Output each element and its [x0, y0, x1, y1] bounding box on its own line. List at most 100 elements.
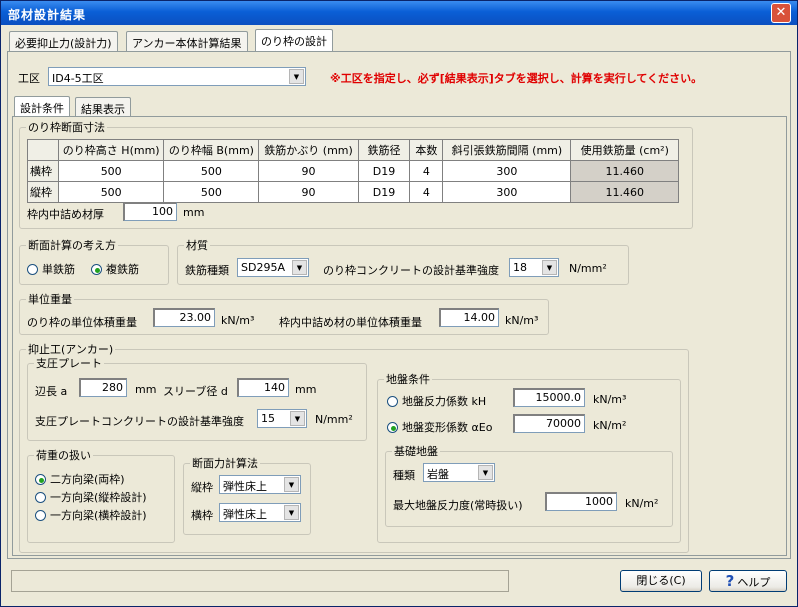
- calc-method-legend: 断面計算の考え方: [28, 239, 116, 252]
- horizontal-frame-label: 横枠: [191, 509, 213, 522]
- table-cell[interactable]: D19: [357, 181, 411, 203]
- table-cell[interactable]: 300: [442, 160, 572, 182]
- base-ground-legend: 基礎地盤: [394, 445, 438, 458]
- column-header: のり枠幅 B(mm): [163, 139, 260, 161]
- radio-label: 複鉄筋: [106, 263, 139, 276]
- rebar-type-select[interactable]: SD295A ▼: [237, 258, 309, 277]
- radio-label: 単鉄筋: [42, 263, 75, 276]
- infill-thickness-label: 枠内中詰め材厚: [27, 208, 104, 221]
- section-force-group: 断面力計算法: [183, 455, 311, 535]
- material-legend: 材質: [186, 239, 208, 252]
- tab-result-display[interactable]: 結果表示: [75, 97, 131, 117]
- chevron-down-icon: ▼: [478, 465, 493, 480]
- radio-one-way-vertical[interactable]: 一方向梁(縦枠設計): [35, 489, 147, 505]
- concrete-strength-select[interactable]: 18 ▼: [509, 258, 559, 277]
- column-header: 鉄筋径: [357, 139, 411, 161]
- radio-double-rebar[interactable]: 複鉄筋: [91, 261, 139, 277]
- unit-weight-legend: 単位重量: [28, 293, 72, 306]
- tab-anchor-result[interactable]: アンカー本体計算結果: [126, 31, 248, 51]
- conditions-panel: のり枠断面寸法 のり枠高さ H(mm) のり枠幅 B(mm) 鉄筋かぶり (mm…: [12, 116, 787, 556]
- radio-deformation-modulus[interactable]: 地盤変形係数 αEo: [387, 419, 492, 435]
- row-header: 横枠: [27, 160, 59, 182]
- frame-unit-weight-input[interactable]: 23.00: [153, 308, 215, 327]
- table-cell[interactable]: 500: [163, 160, 260, 182]
- dialog-window: 部材設計結果 ✕ 必要抑止力(設計力) アンカー本体計算結果 のり枠の設計 工区…: [0, 0, 798, 607]
- radio-two-way-beam[interactable]: 二方向梁(両枠): [35, 471, 125, 487]
- ground-type-select[interactable]: 岩盤 ▼: [423, 463, 495, 482]
- close-button[interactable]: 閉じる(C): [620, 570, 702, 592]
- vertical-frame-label: 縦枠: [191, 481, 213, 494]
- help-icon: ?: [725, 572, 735, 590]
- infill-thickness-input[interactable]: 100: [123, 202, 177, 221]
- max-reaction-unit: kN/m²: [625, 497, 659, 510]
- window-title: 部材設計結果: [8, 8, 87, 22]
- max-reaction-input[interactable]: 1000: [545, 492, 617, 511]
- plate-side-input[interactable]: 280: [79, 378, 127, 397]
- section-select-value: ID4-5工区: [52, 72, 104, 85]
- concrete-strength-label: のり枠コンクリートの設計基準強度: [323, 264, 499, 277]
- chevron-down-icon: ▼: [284, 477, 299, 492]
- ground-type-label: 種類: [393, 469, 415, 482]
- chevron-down-icon: ▼: [289, 69, 304, 84]
- concrete-strength-value: 18: [513, 261, 527, 274]
- concrete-strength-unit: N/mm²: [569, 262, 607, 275]
- notice-text: ※工区を指定し、必ず[結果表示]タブを選択し、計算を実行してください。: [330, 72, 703, 85]
- chevron-down-icon: ▼: [284, 505, 299, 520]
- chevron-down-icon: ▼: [292, 260, 307, 275]
- radio-subgrade-reaction[interactable]: 地盤反力係数 kH: [387, 393, 486, 409]
- title-bar: 部材設計結果: [1, 1, 797, 25]
- section-select[interactable]: ID4-5工区 ▼: [48, 67, 306, 86]
- close-icon[interactable]: ✕: [771, 3, 791, 23]
- table-cell: 11.460: [570, 160, 679, 182]
- plate-strength-select[interactable]: 15 ▼: [257, 409, 307, 428]
- plate-strength-value: 15: [261, 412, 275, 425]
- vertical-method-select[interactable]: 弾性床上 ▼: [219, 475, 301, 494]
- table-cell[interactable]: 500: [57, 181, 165, 203]
- table-cell[interactable]: 500: [57, 160, 165, 182]
- sleeve-diameter-input[interactable]: 140: [237, 378, 289, 397]
- table-cell[interactable]: 4: [409, 160, 444, 182]
- horizontal-method-select[interactable]: 弾性床上 ▼: [219, 503, 301, 522]
- infill-thickness-unit: mm: [183, 206, 205, 219]
- radio-label: 地盤変形係数 αEo: [402, 421, 493, 434]
- radio-one-way-horizontal[interactable]: 一方向梁(横枠設計): [35, 507, 147, 523]
- table-cell[interactable]: 500: [163, 181, 260, 203]
- radio-dot: [35, 492, 46, 503]
- table-row: 縦枠 500 500 90 D19 4 300 11.460: [27, 181, 679, 203]
- radio-label: 地盤反力係数 kH: [402, 395, 487, 408]
- radio-dot-selected: [91, 264, 102, 275]
- frame-dims-legend: のり枠断面寸法: [28, 121, 105, 134]
- tab-design-conditions[interactable]: 設計条件: [14, 96, 70, 116]
- infill-unit-weight-input[interactable]: 14.00: [439, 308, 499, 327]
- radio-dot: [387, 396, 398, 407]
- radio-label: 二方向梁(両枠): [50, 473, 125, 486]
- max-reaction-label: 最大地盤反力度(常時扱い): [393, 499, 523, 512]
- frame-dims-table: のり枠高さ H(mm) のり枠幅 B(mm) 鉄筋かぶり (mm) 鉄筋径 本数…: [27, 139, 679, 203]
- rebar-type-value: SD295A: [241, 261, 285, 274]
- chevron-down-icon: ▼: [542, 260, 557, 275]
- vertical-method-value: 弾性床上: [223, 480, 267, 493]
- infill-unit-weight-unit: kN/m³: [505, 314, 539, 327]
- help-button[interactable]: ? ヘルプ: [709, 570, 787, 592]
- infill-unit-weight-label: 枠内中詰め材の単位体積重量: [279, 316, 422, 329]
- section-label: 工区: [18, 72, 40, 85]
- radio-single-rebar[interactable]: 単鉄筋: [27, 261, 75, 277]
- column-header: 鉄筋かぶり (mm): [258, 139, 359, 161]
- tab-required-force[interactable]: 必要抑止力(設計力): [9, 31, 118, 51]
- table-cell[interactable]: D19: [357, 160, 411, 182]
- subgrade-reaction-input[interactable]: 15000.0: [513, 388, 585, 407]
- sleeve-diameter-label: スリーブ径 d: [163, 385, 228, 398]
- table-cell[interactable]: 90: [258, 160, 359, 182]
- rebar-type-label: 鉄筋種類: [185, 264, 229, 277]
- radio-dot: [35, 510, 46, 521]
- table-cell[interactable]: 300: [442, 181, 572, 203]
- table-cell[interactable]: 4: [409, 181, 444, 203]
- chevron-down-icon: ▼: [290, 411, 305, 426]
- main-panel: 工区 ID4-5工区 ▼ ※工区を指定し、必ず[結果表示]タブを選択し、計算を実…: [7, 51, 791, 559]
- tab-frame-design[interactable]: のり枠の設計: [255, 29, 333, 51]
- deformation-modulus-input[interactable]: 70000: [513, 414, 585, 433]
- table-cell[interactable]: 90: [258, 181, 359, 203]
- horizontal-method-value: 弾性床上: [223, 508, 267, 521]
- plate-strength-label: 支圧プレートコンクリートの設計基準強度: [35, 415, 244, 428]
- ground-type-value: 岩盤: [427, 468, 449, 481]
